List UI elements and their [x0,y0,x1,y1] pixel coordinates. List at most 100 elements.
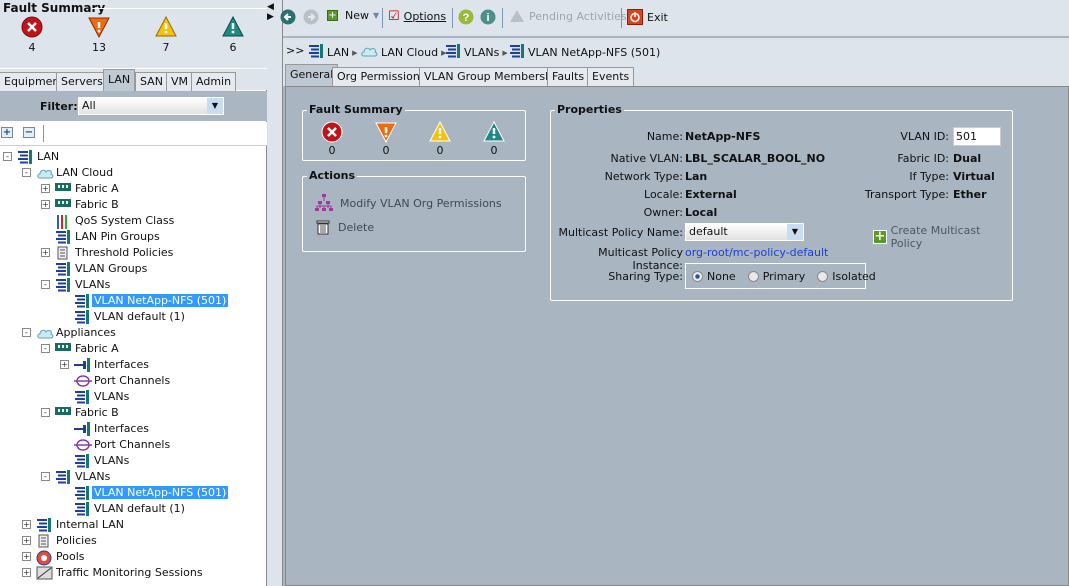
breadcrumb-vlan-netapp[interactable]: VLAN NetApp-NFS (501) [509,44,660,61]
sharing-isolated-radio[interactable]: Isolated [817,270,876,283]
expand-icon[interactable]: + [22,552,31,561]
options-label: Options [403,10,447,23]
collapse-icon[interactable]: - [41,344,50,353]
sharing-none-radio[interactable]: None [692,270,736,283]
expand-icon[interactable]: + [22,568,31,577]
multicast-policy-select[interactable]: default ▼ [685,223,804,241]
tree-item[interactable]: Port Channels [0,437,267,453]
radio-icon [747,270,759,282]
filter-select[interactable]: All ▼ [78,97,224,115]
breadcrumb-lan-cloud[interactable]: LAN Cloud ▶ [360,44,446,61]
tree-item-label: VLAN NetApp-NFS (501) [92,486,229,499]
vlan-id-field[interactable]: 501 [953,127,1001,146]
tree-item[interactable]: VLANs [0,453,267,469]
major-faults[interactable]: 0 [371,121,401,157]
tab-servers[interactable]: Servers [56,72,108,91]
tab-san[interactable]: SAN [135,72,168,91]
tree-item[interactable]: VLAN Groups [0,261,267,277]
tree-item[interactable]: Port Channels [0,373,267,389]
options-button[interactable]: ☑ Options [388,9,446,24]
critical-icon [21,16,43,38]
critical-faults[interactable]: 0 [317,121,347,157]
vlan-icon [74,294,90,308]
modify-vlan-org-permissions-action[interactable]: Modify VLAN Org Permissions [314,193,502,213]
tab-lan[interactable]: LAN [103,69,136,91]
collapse-icon[interactable]: - [22,328,31,337]
tab-general[interactable]: General [285,64,339,86]
help-button[interactable]: ? [458,9,474,25]
expand-icon[interactable]: + [41,248,50,257]
tree-item[interactable]: - VLANs [0,469,267,485]
collapse-icon[interactable]: - [41,472,50,481]
major-faults[interactable]: 13 [84,16,114,54]
tree-item-label: VLAN NetApp-NFS (501) [92,294,229,307]
tree-item[interactable]: Interfaces [0,421,267,437]
critical-faults[interactable]: 4 [17,16,47,54]
expand-icon[interactable]: + [22,520,31,529]
splitter-arrows-icon[interactable]: ◀ ▶ [267,2,274,22]
actions-group: Actions Modify VLAN Org Permissions Dele… [302,169,526,252]
tree-item[interactable]: QoS System Class [0,213,267,229]
breadcrumb-vlans[interactable]: VLANs ▶ [445,44,508,61]
tree-item[interactable]: VLAN default (1) [0,309,267,325]
info-button[interactable]: i [480,9,496,25]
tree-item[interactable]: + Threshold Policies [0,245,267,261]
splitter[interactable]: ◀ ▶ [267,0,283,586]
forward-button[interactable] [303,9,319,25]
expand-icon[interactable]: + [22,536,31,545]
tree-item-label: LAN Cloud [56,166,114,179]
tree-item[interactable]: - VLANs [0,277,267,293]
tab-events[interactable]: Events [587,67,635,86]
breadcrumb-prefix: >> [286,44,305,57]
minor-faults[interactable]: 7 [151,16,181,54]
collapse-icon[interactable]: - [3,152,12,161]
collapse-icon[interactable]: - [22,168,31,177]
detail-tabs: General Org Permissions VLAN Group Membe… [283,64,1069,86]
tree-item[interactable]: LAN Pin Groups [0,229,267,245]
warning-faults[interactable]: 6 [218,16,248,54]
tab-vlan-group-membership[interactable]: VLAN Group Membership [419,67,568,86]
tab-faults[interactable]: Faults [547,67,590,86]
tree-item[interactable]: + Fabric B [0,197,267,213]
tab-org-permissions[interactable]: Org Permissions [332,67,431,86]
delete-action[interactable]: Delete [316,219,374,235]
back-button[interactable] [280,9,296,25]
expand-all-button[interactable]: + [1,127,13,138]
tree-item[interactable]: + Traffic Monitoring Sessions [0,565,267,581]
warning-faults[interactable]: 0 [479,121,509,157]
tree-item[interactable]: VLANs [0,389,267,405]
tree-item[interactable]: + Internal LAN [0,517,267,533]
tree-item[interactable]: VLAN NetApp-NFS (501) [0,485,267,501]
create-multicast-policy-button[interactable]: + Create Multicast Policy [873,224,1012,250]
tree-item[interactable]: - Fabric A [0,341,267,357]
tree-item[interactable]: - LAN [0,149,267,165]
minor-faults[interactable]: 0 [425,121,455,157]
org-hierarchy-icon [315,194,333,211]
tree-item[interactable]: - Fabric B [0,405,267,421]
expand-icon[interactable]: + [60,360,69,369]
tree-item[interactable]: - LAN Cloud [0,165,267,181]
tree-item[interactable]: + Pools [0,549,267,566]
exit-button[interactable]: Exit [627,9,668,25]
tree-item-label: Port Channels [94,438,171,451]
multicast-policy-instance-link[interactable]: org-root/mc-policy-default [685,246,828,259]
tree-item[interactable]: VLAN NetApp-NFS (501) [0,293,267,309]
tree-item[interactable]: + Interfaces [0,357,267,373]
breadcrumb-lan[interactable]: LAN ▶ [308,44,358,61]
tree-item[interactable]: + Fabric A [0,181,267,197]
tree-item[interactable]: - Appliances [0,325,267,341]
collapse-all-button[interactable]: − [23,127,35,138]
tab-vm[interactable]: VM [166,72,194,91]
collapse-icon[interactable]: - [41,408,50,417]
tab-admin[interactable]: Admin [191,72,237,91]
collapse-icon[interactable]: - [41,280,50,289]
expand-icon[interactable]: + [41,184,50,193]
pending-activities-button[interactable]: Pending Activities [509,9,627,23]
sharing-primary-radio[interactable]: Primary [747,270,805,283]
tree-item-label: Traffic Monitoring Sessions [56,566,203,579]
tree-item[interactable]: VLAN default (1) [0,501,267,517]
new-button[interactable]: + New ▼ [327,9,379,22]
tree-item-label: Appliances [56,326,116,339]
expand-icon[interactable]: + [41,200,50,209]
tree-item[interactable]: + Policies [0,533,267,549]
